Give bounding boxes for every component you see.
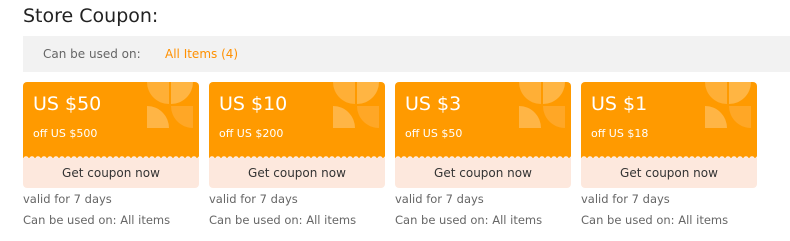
coupon-face: US $1 off US $18 bbox=[581, 82, 757, 158]
section-title: Store Coupon: bbox=[23, 5, 159, 27]
coupon-min-order: off US $500 bbox=[33, 127, 98, 140]
coupon-decoration-icon bbox=[147, 82, 193, 128]
coupon-card: US $10 off US $200 Get coupon now bbox=[209, 82, 385, 188]
filter-label: Can be used on: bbox=[43, 47, 141, 61]
coupon-face: US $50 off US $500 bbox=[23, 82, 199, 158]
coupon-card: US $3 off US $50 Get coupon now bbox=[395, 82, 571, 188]
coupon-validity: valid for 7 days bbox=[209, 192, 298, 206]
coupon-decoration-icon bbox=[705, 82, 751, 128]
filter-bar: Can be used on: All Items (4) bbox=[23, 36, 790, 72]
coupon-min-order: off US $200 bbox=[219, 127, 284, 140]
coupon-item: US $1 off US $18 Get coupon now valid fo… bbox=[581, 82, 757, 228]
coupon-validity: valid for 7 days bbox=[395, 192, 484, 206]
coupon-item: US $50 off US $500 Get coupon now valid … bbox=[23, 82, 199, 228]
coupon-face: US $10 off US $200 bbox=[209, 82, 385, 158]
coupon-validity: valid for 7 days bbox=[23, 192, 112, 206]
coupon-usage: Can be used on: All items bbox=[209, 213, 357, 227]
coupon-face: US $3 off US $50 bbox=[395, 82, 571, 158]
coupon-amount: US $3 bbox=[405, 93, 462, 115]
coupon-usage: Can be used on: All items bbox=[581, 213, 729, 227]
coupon-min-order: off US $18 bbox=[591, 127, 649, 140]
coupon-decoration-icon bbox=[519, 82, 565, 128]
get-coupon-button[interactable]: Get coupon now bbox=[23, 158, 199, 188]
get-coupon-button[interactable]: Get coupon now bbox=[209, 158, 385, 188]
coupon-card: US $50 off US $500 Get coupon now bbox=[23, 82, 199, 188]
coupon-amount: US $10 bbox=[219, 93, 288, 115]
get-coupon-button[interactable]: Get coupon now bbox=[581, 158, 757, 188]
coupon-item: US $3 off US $50 Get coupon now valid fo… bbox=[395, 82, 571, 228]
filter-all-items-link[interactable]: All Items (4) bbox=[165, 47, 238, 61]
coupon-validity: valid for 7 days bbox=[581, 192, 670, 206]
coupon-amount: US $50 bbox=[33, 93, 102, 115]
coupon-card: US $1 off US $18 Get coupon now bbox=[581, 82, 757, 188]
coupon-decoration-icon bbox=[333, 82, 379, 128]
coupon-usage: Can be used on: All items bbox=[23, 213, 171, 227]
get-coupon-button[interactable]: Get coupon now bbox=[395, 158, 571, 188]
coupon-usage: Can be used on: All items bbox=[395, 213, 543, 227]
coupon-item: US $10 off US $200 Get coupon now valid … bbox=[209, 82, 385, 228]
coupon-min-order: off US $50 bbox=[405, 127, 463, 140]
coupon-amount: US $1 bbox=[591, 93, 648, 115]
